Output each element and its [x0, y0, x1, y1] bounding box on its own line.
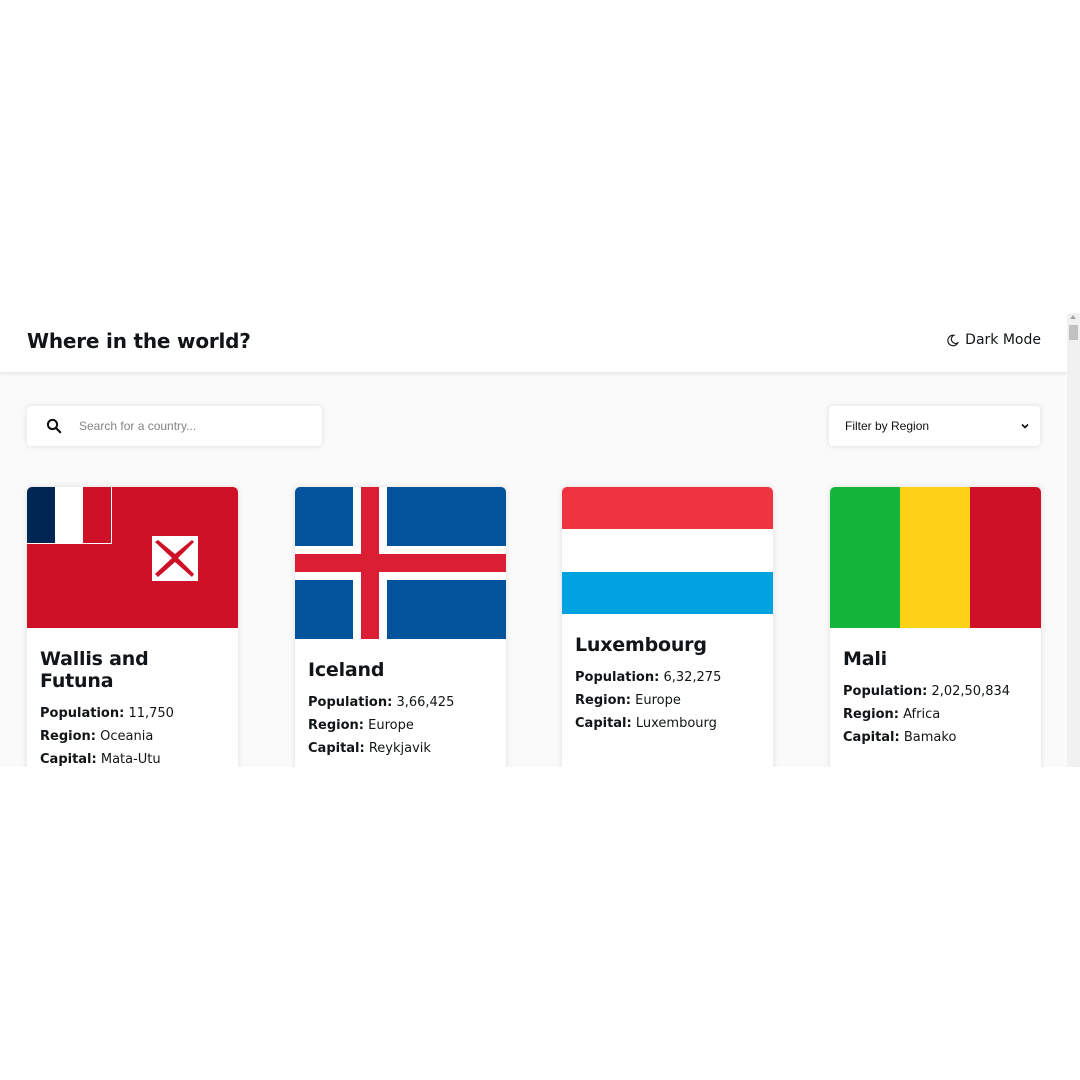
search-box[interactable]: [27, 406, 322, 446]
search-input[interactable]: [77, 418, 301, 434]
country-card-wallis-and-futuna[interactable]: Wallis and Futuna Population: 11,750 Reg…: [27, 487, 238, 767]
moon-icon: [946, 334, 960, 347]
dark-mode-toggle[interactable]: Dark Mode: [946, 332, 1041, 348]
population-row: Population: 11,750: [40, 706, 174, 721]
page-title: Where in the world?: [27, 329, 251, 353]
country-card-iceland[interactable]: Iceland Population: 3,66,425 Region: Eur…: [295, 487, 506, 767]
region-filter-select[interactable]: Filter by Region: [829, 406, 1040, 446]
population-row: Population: 3,66,425: [308, 695, 455, 710]
country-name: Luxembourg: [575, 634, 707, 656]
scroll-up-arrow-icon[interactable]: [1070, 315, 1076, 319]
region-row: Region: Oceania: [40, 729, 154, 744]
region-row: Region: Europe: [575, 693, 681, 708]
capital-row: Capital: Reykjavik: [308, 741, 431, 756]
flag-mali: [830, 487, 1041, 628]
chevron-down-icon: [1020, 421, 1030, 431]
flag-luxembourg: [562, 487, 773, 614]
population-row: Population: 6,32,275: [575, 670, 722, 685]
scrollbar-thumb[interactable]: [1069, 325, 1078, 340]
country-card-luxembourg[interactable]: Luxembourg Population: 6,32,275 Region: …: [562, 487, 773, 767]
flag-iceland: [295, 487, 506, 639]
country-card-mali[interactable]: Mali Population: 2,02,50,834 Region: Afr…: [830, 487, 1041, 767]
capital-row: Capital: Mata-Utu: [40, 752, 161, 767]
population-row: Population: 2,02,50,834: [843, 684, 1011, 699]
region-row: Region: Europe: [308, 718, 414, 733]
region-filter-label: Filter by Region: [845, 419, 930, 433]
country-name: Wallis and Futuna: [40, 648, 149, 692]
flag-wallis-and-futuna: [27, 487, 238, 628]
capital-row: Capital: Bamako: [843, 730, 957, 745]
top-header: Where in the world? Dark Mode: [0, 313, 1067, 372]
dark-mode-label: Dark Mode: [965, 332, 1041, 348]
capital-row: Capital: Luxembourg: [575, 716, 717, 731]
vertical-scrollbar[interactable]: [1067, 313, 1080, 767]
app-viewport: Where in the world? Dark Mode Filter by …: [0, 313, 1080, 767]
region-row: Region: Africa: [843, 707, 941, 722]
search-icon: [46, 418, 62, 434]
country-name: Iceland: [308, 659, 385, 681]
country-name: Mali: [843, 648, 887, 670]
